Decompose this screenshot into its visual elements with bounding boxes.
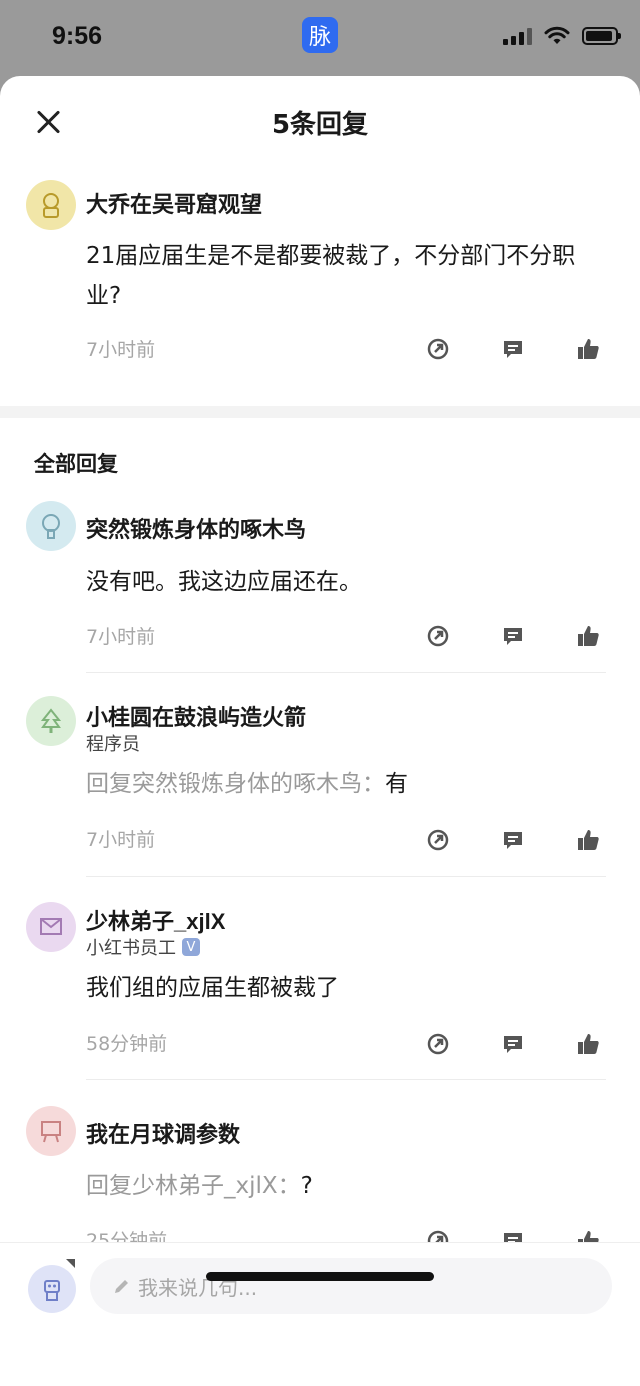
sheet-title: 5条回复: [271, 110, 369, 140]
reply-author-name[interactable]: 小桂圆在鼓浪屿造火箭: [86, 700, 306, 732]
comment-button[interactable]: [500, 623, 525, 648]
reply-to-prefix[interactable]: 回复突然锻炼身体的啄木鸟：: [86, 771, 385, 797]
like-icon: [577, 625, 599, 646]
section-divider: [0, 406, 640, 418]
comment-input[interactable]: 我来说几句...: [90, 1258, 612, 1314]
reply-divider: [86, 672, 606, 673]
share-button[interactable]: [425, 623, 450, 648]
wifi-icon: [544, 26, 570, 44]
cellular-signal-icon: [503, 27, 532, 45]
reply-time: 7小时前: [86, 829, 156, 851]
reply-divider: [86, 876, 606, 877]
reply-to-prefix[interactable]: 回复少林弟子_xjlX：: [86, 1173, 301, 1199]
pencil-icon: [115, 1280, 128, 1293]
reply-avatar[interactable]: [26, 696, 76, 746]
comment-button[interactable]: [500, 827, 525, 852]
robot-icon: [44, 1280, 60, 1301]
battery-icon: [582, 27, 621, 45]
all-replies-title: 全部回复: [34, 452, 118, 476]
like-button[interactable]: [575, 336, 600, 361]
like-icon: [577, 1033, 599, 1054]
post-author-name[interactable]: 大乔在吴哥窟观望: [86, 187, 262, 219]
identity-switch-icon[interactable]: [66, 1259, 75, 1268]
envelope-icon: [40, 918, 62, 935]
status-bar: 9:56 脉: [0, 0, 640, 76]
post-time: 7小时前: [86, 339, 156, 361]
share-icon: [427, 338, 448, 359]
status-icons: [503, 26, 621, 46]
reply-avatar[interactable]: [26, 501, 76, 551]
reply-text: 有: [385, 771, 408, 797]
share-button[interactable]: [425, 827, 450, 852]
comment-icon: [503, 340, 522, 358]
comment-button[interactable]: [500, 1031, 525, 1056]
reply-author-title: 程序员: [86, 730, 140, 756]
composer-bar: 我来说几句...: [0, 1242, 640, 1386]
comment-icon: [503, 1035, 522, 1053]
reply-content: 没有吧。我这边应届还在。: [86, 562, 598, 602]
reply-avatar[interactable]: [26, 902, 76, 952]
verified-badge-icon: V: [182, 938, 200, 956]
tree-icon: [40, 708, 62, 733]
status-time: 9:56: [52, 22, 103, 50]
like-icon: [577, 829, 599, 850]
easel-icon: [41, 1121, 61, 1143]
share-icon: [427, 829, 448, 850]
comment-button[interactable]: [500, 336, 525, 361]
reply-author-name[interactable]: 少林弟子_xjlX: [86, 904, 225, 936]
share-icon: [427, 1033, 448, 1054]
comment-icon: [503, 627, 522, 645]
reply-content: 回复突然锻炼身体的啄木鸟：有: [86, 764, 598, 804]
reply-text: ?: [300, 1173, 313, 1199]
post-content: 21届应届生是不是都要被裁了，不分部门不分职业?: [86, 243, 576, 309]
reply-time: 58分钟前: [86, 1033, 168, 1055]
reply-actions: [425, 623, 600, 648]
reply-actions: [425, 1031, 600, 1056]
comment-icon: [503, 831, 522, 849]
reply-text: 没有吧。我这边应届还在。: [86, 569, 362, 595]
share-button[interactable]: [425, 336, 450, 361]
reply-author-title: 小红书员工 V: [86, 934, 200, 960]
share-icon: [427, 625, 448, 646]
reply-author-name[interactable]: 我在月球调参数: [86, 1117, 240, 1149]
reply-author-name[interactable]: 突然锻炼身体的啄木鸟: [86, 512, 306, 544]
reply-divider: [86, 1079, 606, 1080]
reply-content: 回复少林弟子_xjlX：?: [86, 1166, 598, 1206]
reply-avatar[interactable]: [26, 1106, 76, 1156]
post-author-avatar[interactable]: [26, 180, 76, 230]
home-indicator[interactable]: [206, 1272, 434, 1281]
like-button[interactable]: [575, 1031, 600, 1056]
reply-actions: [425, 827, 600, 852]
post-actions: [425, 336, 600, 361]
reply-time: 7小时前: [86, 626, 156, 648]
like-button[interactable]: [575, 827, 600, 852]
like-button[interactable]: [575, 623, 600, 648]
app-badge-icon: 脉: [302, 17, 338, 53]
my-avatar[interactable]: [28, 1265, 76, 1313]
reply-text: 我们组的应届生都被裁了: [86, 975, 339, 1001]
reply-author-job: 程序员: [86, 734, 140, 755]
like-icon: [577, 338, 599, 359]
replies-sheet: 5条回复 大乔在吴哥窟观望 21届应届生是不是都要被裁了，不分部门不分职业? 7…: [0, 76, 640, 1386]
reply-content: 我们组的应届生都被裁了: [86, 968, 598, 1008]
share-button[interactable]: [425, 1031, 450, 1056]
mushroom-icon: [42, 514, 60, 539]
astronaut-icon: [43, 193, 59, 218]
reply-author-job: 小红书员工: [86, 938, 176, 959]
